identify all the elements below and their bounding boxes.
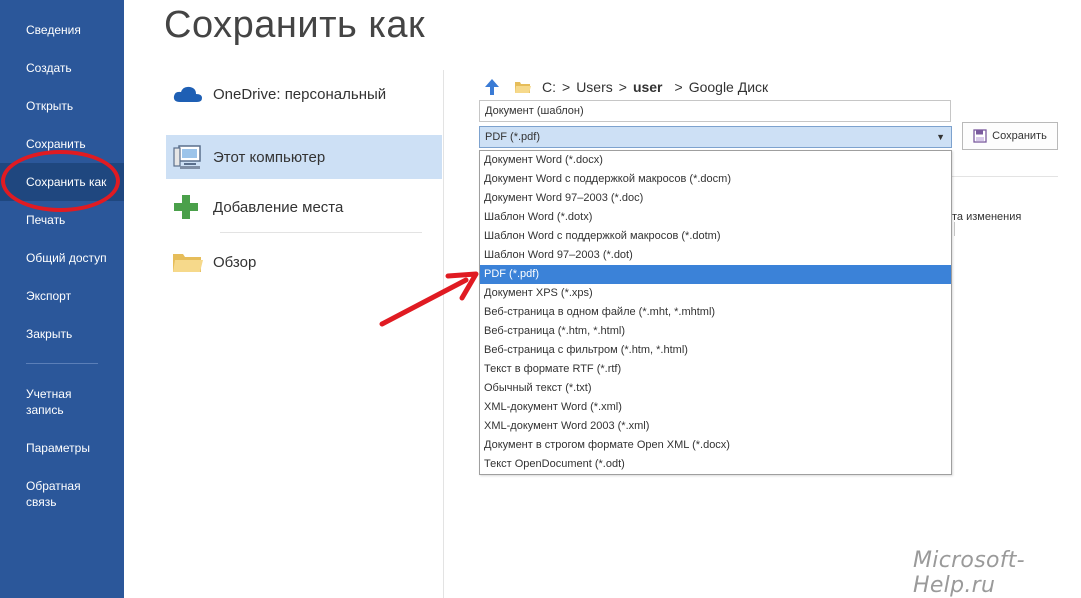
dropdown-option-selected[interactable]: PDF (*.pdf) [480, 265, 951, 284]
save-icon [973, 129, 987, 143]
place-label: Обзор [213, 253, 257, 271]
breadcrumb-separator: > [618, 79, 627, 95]
dropdown-option[interactable]: Текст в формате RTF (*.rtf) [480, 360, 951, 379]
partially-hidden-text: та изменения [952, 211, 1022, 223]
breadcrumb-separator: > [674, 79, 683, 95]
sidebar-item-label: Обратная [26, 479, 81, 493]
folder-icon [166, 247, 206, 277]
breadcrumb-segment[interactable]: Google Диск [689, 79, 768, 95]
sidebar-item-new[interactable]: Создать [0, 49, 124, 87]
file-type-select[interactable]: PDF (*.pdf) ▼ [479, 126, 952, 148]
sidebar-item-label: связь [26, 495, 57, 509]
dropdown-option[interactable]: Веб-страница с фильтром (*.htm, *.html) [480, 341, 951, 360]
computer-icon [166, 142, 206, 172]
file-type-dropdown: Документ Word (*.docx) Документ Word с п… [479, 150, 952, 475]
places-divider [220, 232, 422, 233]
breadcrumb: C: > Users > user > Google Диск [484, 76, 774, 98]
breadcrumb-segment[interactable]: user [633, 79, 663, 95]
place-this-pc[interactable]: Этот компьютер [166, 135, 442, 179]
backstage-sidebar: Сведения Создать Открыть Сохранить Сохра… [0, 0, 124, 598]
file-type-value: PDF (*.pdf) [485, 131, 541, 143]
place-onedrive[interactable]: OneDrive: персональный [166, 72, 442, 116]
dropdown-option[interactable]: Веб-страница (*.htm, *.html) [480, 322, 951, 341]
dropdown-option[interactable]: Документ Word (*.docx) [480, 151, 951, 170]
panel-divider [443, 70, 444, 598]
folder-icon [514, 80, 532, 94]
sidebar-item-print[interactable]: Печать [0, 201, 124, 239]
dropdown-option[interactable]: Обычный текст (*.txt) [480, 379, 951, 398]
sidebar-item-export[interactable]: Экспорт [0, 277, 124, 315]
dropdown-option[interactable]: XML-документ Word (*.xml) [480, 398, 951, 417]
dropdown-option[interactable]: Документ Word 97–2003 (*.doc) [480, 189, 951, 208]
file-name-input[interactable]: Документ (шаблон) [479, 100, 951, 122]
dropdown-option[interactable]: Текст OpenDocument (*.odt) [480, 455, 951, 474]
plus-icon [166, 192, 206, 222]
sidebar-item-label: запись [26, 403, 64, 417]
sidebar-item-options[interactable]: Параметры [0, 429, 124, 467]
place-label: Добавление места [213, 198, 344, 216]
save-button[interactable]: Сохранить [962, 122, 1058, 150]
dropdown-option[interactable]: Документ в строгом формате Open XML (*.d… [480, 436, 951, 455]
save-button-label: Сохранить [992, 130, 1047, 142]
watermark: Microsoft-Help.ru [913, 548, 1025, 598]
dropdown-option[interactable]: XML-документ Word 2003 (*.xml) [480, 417, 951, 436]
sidebar-item-feedback[interactable]: Обратная связь [0, 478, 124, 510]
partially-hidden-control [952, 222, 955, 236]
dropdown-option[interactable]: Документ Word с поддержкой макросов (*.d… [480, 170, 951, 189]
cloud-icon [166, 79, 206, 109]
place-add-location[interactable]: Добавление места [166, 185, 442, 229]
dropdown-option[interactable]: Шаблон Word с поддержкой макросов (*.dot… [480, 227, 951, 246]
sidebar-item-close[interactable]: Закрыть [0, 315, 124, 353]
breadcrumb-segment[interactable]: C: [542, 79, 556, 95]
sidebar-item-info[interactable]: Сведения [0, 11, 124, 49]
sidebar-item-label: Учетная [26, 387, 72, 401]
dropdown-option[interactable]: Документ XPS (*.xps) [480, 284, 951, 303]
sidebar-item-save-as[interactable]: Сохранить как [0, 163, 124, 201]
dropdown-arrow-icon: ▼ [936, 132, 945, 142]
dropdown-option[interactable]: Веб-страница в одном файле (*.mht, *.mht… [480, 303, 951, 322]
dropdown-option[interactable]: Шаблон Word 97–2003 (*.dot) [480, 246, 951, 265]
sidebar-divider [26, 363, 98, 364]
place-label: Этот компьютер [213, 148, 326, 166]
up-arrow-icon[interactable] [484, 78, 500, 96]
page-title: Сохранить как [164, 4, 426, 46]
breadcrumb-separator: > [562, 79, 571, 95]
red-annotation-arrow [379, 271, 479, 327]
breadcrumb-segment[interactable]: Users [576, 79, 613, 95]
options-divider [952, 176, 1058, 177]
sidebar-item-open[interactable]: Открыть [0, 87, 124, 125]
sidebar-item-save[interactable]: Сохранить [0, 125, 124, 163]
place-label: OneDrive: персональный [213, 85, 387, 103]
sidebar-item-share[interactable]: Общий доступ [0, 239, 124, 277]
dropdown-option[interactable]: Шаблон Word (*.dotx) [480, 208, 951, 227]
sidebar-item-account[interactable]: Учетная запись [0, 386, 124, 418]
